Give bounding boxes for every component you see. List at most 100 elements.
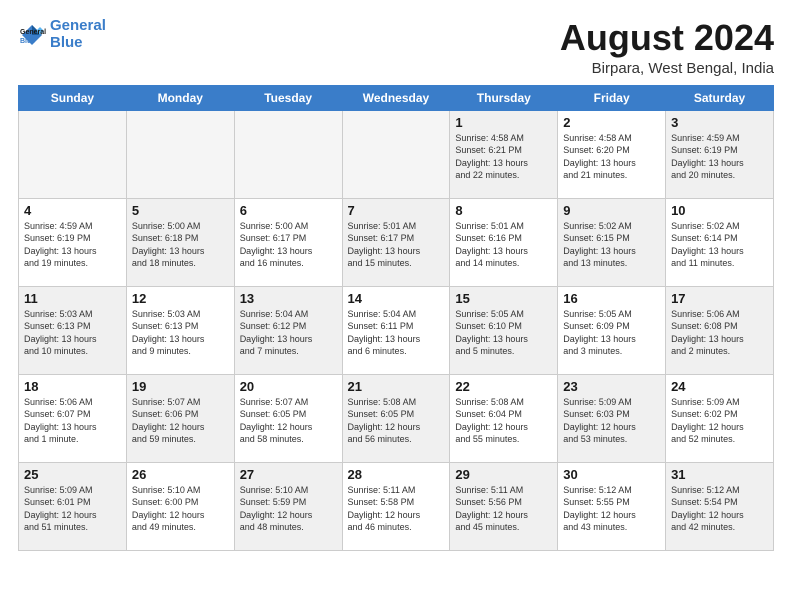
- calendar-cell: [234, 110, 342, 198]
- day-info: Sunrise: 5:02 AMSunset: 6:14 PMDaylight:…: [671, 220, 768, 270]
- day-number: 10: [671, 203, 768, 218]
- svg-text:General: General: [20, 29, 46, 36]
- calendar-week-row: 18 Sunrise: 5:06 AMSunset: 6:07 PMDayligh…: [19, 374, 774, 462]
- day-info: Sunrise: 5:09 AMSunset: 6:03 PMDaylight:…: [563, 396, 660, 446]
- day-number: 15: [455, 291, 552, 306]
- day-number: 27: [240, 467, 337, 482]
- logo-line2: Blue: [50, 34, 83, 51]
- calendar-cell: [19, 110, 127, 198]
- day-info: Sunrise: 4:59 AMSunset: 6:19 PMDaylight:…: [671, 132, 768, 182]
- logo-line1: General: [50, 17, 106, 34]
- calendar-cell: 16 Sunrise: 5:05 AMSunset: 6:09 PMDayligh…: [558, 286, 666, 374]
- day-number: 21: [348, 379, 445, 394]
- day-number: 20: [240, 379, 337, 394]
- day-number: 19: [132, 379, 229, 394]
- calendar-cell: 18 Sunrise: 5:06 AMSunset: 6:07 PMDayligh…: [19, 374, 127, 462]
- calendar-cell: 8 Sunrise: 5:01 AMSunset: 6:16 PMDaylight…: [450, 198, 558, 286]
- calendar-cell: 10 Sunrise: 5:02 AMSunset: 6:14 PMDayligh…: [666, 198, 774, 286]
- calendar-cell: 24 Sunrise: 5:09 AMSunset: 6:02 PMDayligh…: [666, 374, 774, 462]
- calendar-cell: 23 Sunrise: 5:09 AMSunset: 6:03 PMDayligh…: [558, 374, 666, 462]
- header: General Blue General Blue August 2024 Bi…: [18, 18, 774, 77]
- day-info: Sunrise: 5:06 AMSunset: 6:07 PMDaylight:…: [24, 396, 121, 446]
- svg-text:Blue: Blue: [20, 38, 35, 45]
- day-of-week-header: Tuesday: [234, 85, 342, 110]
- day-info: Sunrise: 5:11 AMSunset: 5:56 PMDaylight:…: [455, 484, 552, 534]
- calendar-cell: 12 Sunrise: 5:03 AMSunset: 6:13 PMDayligh…: [126, 286, 234, 374]
- month-year: August 2024: [560, 18, 774, 58]
- day-info: Sunrise: 5:09 AMSunset: 6:02 PMDaylight:…: [671, 396, 768, 446]
- calendar-week-row: 25Sunrise: 5:09 AMSunset: 6:01 PMDayligh…: [19, 462, 774, 550]
- calendar-cell: 27 Sunrise: 5:10 AMSunset: 5:59 PMDayligh…: [234, 462, 342, 550]
- day-info: Sunrise: 5:11 AMSunset: 5:58 PMDaylight:…: [348, 484, 445, 534]
- calendar-cell: 3 Sunrise: 4:59 AMSunset: 6:19 PMDaylight…: [666, 110, 774, 198]
- day-number: 12: [132, 291, 229, 306]
- calendar: SundayMondayTuesdayWednesdayThursdayFrid…: [18, 85, 774, 551]
- calendar-cell: 6 Sunrise: 5:00 AMSunset: 6:17 PMDaylight…: [234, 198, 342, 286]
- calendar-cell: 30 Sunrise: 5:12 AMSunset: 5:55 PMDayligh…: [558, 462, 666, 550]
- calendar-week-row: 4Sunrise: 4:59 AMSunset: 6:19 PMDaylight…: [19, 198, 774, 286]
- calendar-cell: 7Sunrise: 5:01 AMSunset: 6:17 PMDaylight…: [342, 198, 450, 286]
- day-info: Sunrise: 5:02 AMSunset: 6:15 PMDaylight:…: [563, 220, 660, 270]
- calendar-cell: 21 Sunrise: 5:08 AMSunset: 6:05 PMDayligh…: [342, 374, 450, 462]
- day-number: 28: [348, 467, 445, 482]
- day-info: Sunrise: 5:01 AMSunset: 6:16 PMDaylight:…: [455, 220, 552, 270]
- calendar-cell: 19 Sunrise: 5:07 AMSunset: 6:06 PMDayligh…: [126, 374, 234, 462]
- calendar-cell: [342, 110, 450, 198]
- calendar-cell: 14Sunrise: 5:04 AMSunset: 6:11 PMDayligh…: [342, 286, 450, 374]
- calendar-cell: 31Sunrise: 5:12 AMSunset: 5:54 PMDayligh…: [666, 462, 774, 550]
- day-info: Sunrise: 5:05 AMSunset: 6:10 PMDaylight:…: [455, 308, 552, 358]
- calendar-week-row: 11Sunrise: 5:03 AMSunset: 6:13 PMDayligh…: [19, 286, 774, 374]
- day-info: Sunrise: 5:12 AMSunset: 5:55 PMDaylight:…: [563, 484, 660, 534]
- calendar-cell: 22 Sunrise: 5:08 AMSunset: 6:04 PMDayligh…: [450, 374, 558, 462]
- day-of-week-header: Thursday: [450, 85, 558, 110]
- day-info: Sunrise: 5:08 AMSunset: 6:05 PMDaylight:…: [348, 396, 445, 446]
- day-info: Sunrise: 4:58 AMSunset: 6:20 PMDaylight:…: [563, 132, 660, 182]
- day-info: Sunrise: 5:09 AMSunset: 6:01 PMDaylight:…: [24, 484, 121, 534]
- day-of-week-header: Sunday: [19, 85, 127, 110]
- calendar-cell: 4Sunrise: 4:59 AMSunset: 6:19 PMDaylight…: [19, 198, 127, 286]
- calendar-cell: 17 Sunrise: 5:06 AMSunset: 6:08 PMDayligh…: [666, 286, 774, 374]
- calendar-cell: 1Sunrise: 4:58 AMSunset: 6:21 PMDaylight…: [450, 110, 558, 198]
- calendar-cell: 13Sunrise: 5:04 AMSunset: 6:12 PMDayligh…: [234, 286, 342, 374]
- day-info: Sunrise: 5:06 AMSunset: 6:08 PMDaylight:…: [671, 308, 768, 358]
- day-number: 16: [563, 291, 660, 306]
- calendar-header-row: SundayMondayTuesdayWednesdayThursdayFrid…: [19, 85, 774, 110]
- day-info: Sunrise: 5:03 AMSunset: 6:13 PMDaylight:…: [132, 308, 229, 358]
- day-info: Sunrise: 5:05 AMSunset: 6:09 PMDaylight:…: [563, 308, 660, 358]
- day-info: Sunrise: 4:59 AMSunset: 6:19 PMDaylight:…: [24, 220, 121, 270]
- day-info: Sunrise: 5:12 AMSunset: 5:54 PMDaylight:…: [671, 484, 768, 534]
- day-number: 2: [563, 115, 660, 130]
- day-number: 18: [24, 379, 121, 394]
- day-info: Sunrise: 5:01 AMSunset: 6:17 PMDaylight:…: [348, 220, 445, 270]
- day-number: 22: [455, 379, 552, 394]
- calendar-week-row: 1Sunrise: 4:58 AMSunset: 6:21 PMDaylight…: [19, 110, 774, 198]
- calendar-cell: 20 Sunrise: 5:07 AMSunset: 6:05 PMDayligh…: [234, 374, 342, 462]
- day-number: 9: [563, 203, 660, 218]
- calendar-cell: 9 Sunrise: 5:02 AMSunset: 6:15 PMDaylight…: [558, 198, 666, 286]
- day-info: Sunrise: 5:08 AMSunset: 6:04 PMDaylight:…: [455, 396, 552, 446]
- day-number: 23: [563, 379, 660, 394]
- day-number: 6: [240, 203, 337, 218]
- day-number: 30: [563, 467, 660, 482]
- calendar-cell: 2 Sunrise: 4:58 AMSunset: 6:20 PMDaylight…: [558, 110, 666, 198]
- day-number: 29: [455, 467, 552, 482]
- day-info: Sunrise: 5:00 AMSunset: 6:17 PMDaylight:…: [240, 220, 337, 270]
- calendar-cell: 11Sunrise: 5:03 AMSunset: 6:13 PMDayligh…: [19, 286, 127, 374]
- day-number: 3: [671, 115, 768, 130]
- logo-icon: General Blue: [18, 21, 46, 49]
- calendar-cell: 29 Sunrise: 5:11 AMSunset: 5:56 PMDayligh…: [450, 462, 558, 550]
- day-of-week-header: Wednesday: [342, 85, 450, 110]
- day-number: 17: [671, 291, 768, 306]
- calendar-cell: 25Sunrise: 5:09 AMSunset: 6:01 PMDayligh…: [19, 462, 127, 550]
- day-info: Sunrise: 5:10 AMSunset: 5:59 PMDaylight:…: [240, 484, 337, 534]
- calendar-cell: 5Sunrise: 5:00 AMSunset: 6:18 PMDaylight…: [126, 198, 234, 286]
- day-info: Sunrise: 5:07 AMSunset: 6:06 PMDaylight:…: [132, 396, 229, 446]
- day-number: 26: [132, 467, 229, 482]
- day-of-week-header: Saturday: [666, 85, 774, 110]
- day-number: 8: [455, 203, 552, 218]
- logo-text: General Blue: [50, 18, 106, 51]
- day-info: Sunrise: 5:07 AMSunset: 6:05 PMDaylight:…: [240, 396, 337, 446]
- day-info: Sunrise: 4:58 AMSunset: 6:21 PMDaylight:…: [455, 132, 552, 182]
- day-number: 24: [671, 379, 768, 394]
- page: General Blue General Blue August 2024 Bi…: [0, 0, 792, 612]
